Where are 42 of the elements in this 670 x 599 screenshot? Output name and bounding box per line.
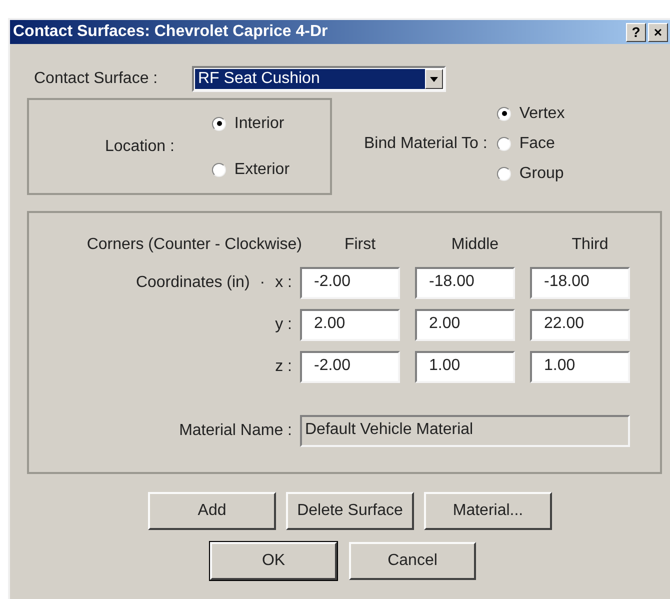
dialog-button[interactable]: OK	[210, 542, 337, 580]
column-header: Third	[570, 235, 610, 255]
field-label: Location :	[105, 136, 174, 156]
field-label: Bind Material To :	[364, 134, 488, 154]
radio-button[interactable]	[212, 116, 226, 130]
radio-button[interactable]	[497, 136, 512, 150]
coordinate-field[interactable]: -18.00	[530, 267, 630, 299]
dialog-button[interactable]: Material...	[424, 492, 552, 530]
radio-label: Face	[519, 134, 555, 154]
title-bar-button[interactable]: ×	[648, 22, 668, 42]
dropdown[interactable]: RF Seat Cushion	[192, 66, 446, 92]
coordinate-field[interactable]: 22.00	[530, 309, 630, 341]
dialog-button[interactable]: Delete Surface	[286, 492, 414, 530]
field-label: Coordinates (in)	[136, 273, 250, 293]
section-label: Corners (Counter - Clockwise)	[86, 235, 303, 255]
field-label: Contact Surface :	[34, 69, 159, 89]
coordinate-field[interactable]: 2.00	[415, 309, 515, 341]
dialog-button[interactable]: Cancel	[349, 542, 476, 580]
axis-label: z :	[275, 357, 292, 377]
marker: ·	[260, 273, 266, 293]
coordinate-field[interactable]: -18.00	[415, 267, 515, 299]
field-label: Material Name :	[178, 421, 293, 441]
radio-label: Vertex	[519, 104, 565, 124]
radio-button[interactable]	[212, 162, 226, 176]
coordinate-field[interactable]: 1.00	[530, 351, 630, 383]
material-name-field: Default Vehicle Material	[300, 415, 630, 447]
axis-label: x :	[275, 273, 292, 293]
column-header: First	[343, 235, 377, 255]
coordinate-field[interactable]: -2.00	[300, 267, 400, 299]
coordinate-field[interactable]: 1.00	[415, 351, 515, 383]
dialog-button[interactable]: Add	[148, 492, 276, 530]
axis-label: y :	[275, 315, 292, 335]
radio-button[interactable]	[497, 106, 512, 120]
title-bar-button[interactable]: ?	[626, 22, 646, 42]
radio-label: Exterior	[234, 160, 290, 180]
radio-label: Interior	[234, 114, 284, 134]
column-header: Middle	[450, 235, 500, 255]
window-title: Contact Surfaces: Chevrolet Caprice 4-Dr	[13, 22, 328, 42]
radio-label: Group	[519, 164, 564, 184]
radio-button[interactable]	[497, 166, 512, 180]
coordinate-field[interactable]: -2.00	[300, 351, 400, 383]
coordinate-field[interactable]: 2.00	[300, 309, 400, 341]
